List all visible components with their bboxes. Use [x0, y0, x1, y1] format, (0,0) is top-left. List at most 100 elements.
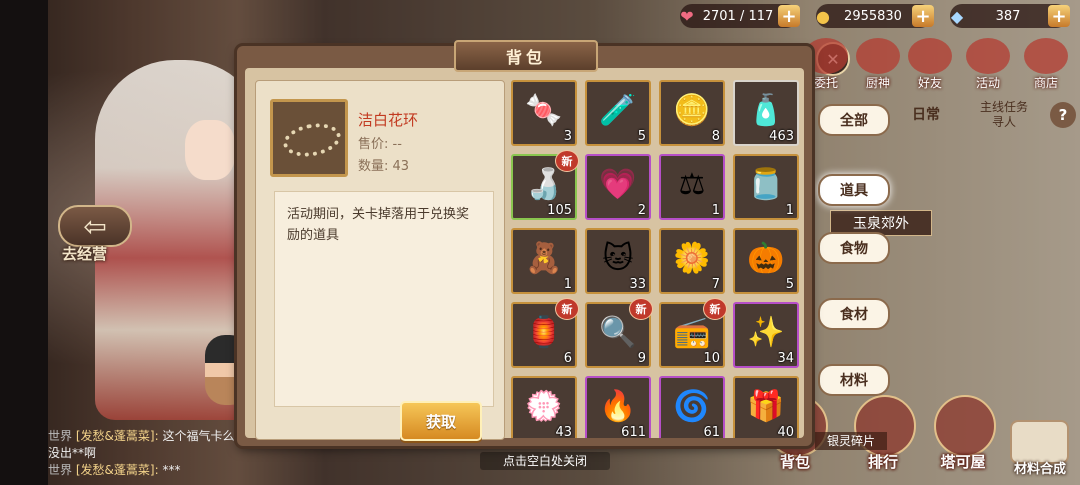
help-button[interactable]: ?: [1050, 102, 1076, 128]
item-count: 1: [563, 277, 572, 292]
item-count: 8: [711, 129, 720, 144]
add-stamina-button[interactable]: +: [778, 5, 800, 27]
inventory-item[interactable]: 🧴 463: [733, 80, 799, 146]
add-gold-button[interactable]: +: [912, 5, 934, 27]
main-quest[interactable]: 主线任务 寻人: [968, 100, 1040, 132]
nav-friends[interactable]: 好友: [904, 38, 956, 92]
heart-icon: ❤: [680, 6, 694, 26]
inventory-item[interactable]: 🧪 5: [585, 80, 651, 146]
item-count: 5: [637, 129, 646, 144]
inventory-item[interactable]: 💗 2: [585, 154, 651, 220]
taco-house-icon: [934, 395, 996, 457]
inventory-item[interactable]: 📻 10 新: [659, 298, 727, 368]
gold-value: 2955830: [844, 8, 902, 24]
item-art-icon: 🌼: [673, 240, 711, 276]
inventory-item[interactable]: 🐱 33: [585, 228, 651, 294]
item-description: 活动期间，关卡掉落用于兑换奖励的道具: [274, 191, 494, 407]
add-crystal-button[interactable]: +: [1048, 5, 1070, 27]
filter-food[interactable]: 食物: [818, 232, 890, 264]
nav-shop[interactable]: 商店: [1020, 38, 1072, 92]
get-item-button[interactable]: 获取: [400, 401, 482, 441]
silver-fragment-label[interactable]: 银灵碎片: [815, 432, 887, 450]
new-badge: 新: [555, 298, 579, 320]
material-synthesis-label: 材料合成: [1013, 462, 1066, 477]
item-art-icon: ✨: [747, 314, 785, 350]
inventory-item[interactable]: ⚖ 1: [659, 154, 725, 220]
new-badge: 新: [555, 150, 579, 172]
inventory-item[interactable]: 🍬 3: [511, 80, 577, 146]
item-count: 2: [637, 203, 646, 218]
nav-bag-label: 背包: [779, 453, 810, 471]
filter-all[interactable]: 全部: [818, 104, 890, 136]
item-art-icon: 🧴: [747, 92, 785, 128]
main-quest-title: 主线任务: [979, 100, 1028, 114]
inventory-item[interactable]: 🍶 105 新: [511, 150, 579, 220]
item-art-icon: 🐱: [602, 240, 634, 276]
nav-chef-label: 厨神: [865, 76, 890, 90]
filter-ingredients[interactable]: 食材: [818, 298, 890, 330]
item-art-icon: 🌀: [673, 388, 711, 424]
item-count: 33: [629, 277, 646, 292]
nav-chef[interactable]: 厨神: [852, 38, 904, 92]
item-art-icon: 💗: [599, 166, 637, 202]
panel-title: 背包: [454, 40, 598, 72]
inventory-item[interactable]: 🌼 7: [659, 228, 725, 294]
item-art-icon: 🪙: [673, 92, 711, 128]
back-to-business-button[interactable]: ⇦ 去经营: [58, 205, 138, 263]
inventory-item[interactable]: 🎁 40: [733, 376, 799, 438]
nav-events[interactable]: 活动: [962, 38, 1014, 92]
item-count: 5: [785, 277, 794, 292]
nav-taco-house[interactable]: 塔可屋: [928, 395, 998, 475]
inventory-item[interactable]: 🧸 1: [511, 228, 577, 294]
item-art-icon: 🔥: [599, 388, 637, 424]
left-edge-bar: [0, 0, 48, 485]
item-count: 10: [703, 351, 720, 366]
item-detail: 洁白花环 售价: -- 数量: 43 活动期间，关卡掉落用于兑换奖励的道具 获取: [255, 80, 505, 441]
item-name: 洁白花环: [358, 111, 419, 129]
item-art-icon: 🫙: [747, 166, 785, 202]
item-art-icon: 🧪: [599, 92, 637, 128]
nav-friends-label: 好友: [917, 76, 942, 90]
inventory-item[interactable]: 🫙 1: [733, 154, 799, 220]
item-art-icon: 🧸: [525, 240, 563, 276]
item-art-icon: 💮: [525, 388, 563, 424]
item-price: 售价: --: [358, 137, 402, 152]
item-count: 7: [711, 277, 720, 292]
material-synthesis-button[interactable]: 材料合成: [1000, 420, 1080, 480]
inventory-item[interactable]: 🎃 5: [733, 228, 799, 294]
inventory-item[interactable]: 🔍 9 新: [585, 298, 653, 368]
chat-text: ***: [162, 463, 181, 477]
backpack-panel-body: 洁白花环 售价: -- 数量: 43 活动期间，关卡掉落用于兑换奖励的道具 获取…: [245, 68, 807, 441]
filter-props[interactable]: 道具: [818, 174, 890, 206]
resource-gold: ● 2955830 +: [816, 4, 934, 28]
inventory-item[interactable]: ✨ 34: [733, 302, 799, 368]
item-count: 6: [563, 351, 572, 366]
crystal-value: 387: [995, 8, 1021, 24]
item-quantity: 数量: 43: [358, 159, 410, 174]
item-count: 611: [621, 425, 646, 438]
nav-events-label: 活动: [975, 76, 1000, 90]
item-count: 61: [703, 425, 720, 438]
item-art-icon: 🍬: [525, 92, 563, 128]
inventory-item[interactable]: 🌀 61: [659, 376, 725, 438]
nav-shop-label: 商店: [1033, 76, 1058, 90]
item-count: 43: [555, 425, 572, 438]
daily-tab[interactable]: 日常: [912, 104, 940, 124]
events-icon: [966, 38, 1010, 74]
new-badge: 新: [629, 298, 653, 320]
close-hint: 点击空白处关闭: [480, 452, 610, 470]
left-arrow-icon: ⇦: [58, 205, 132, 247]
item-art-icon: 🎁: [747, 388, 785, 424]
item-count: 105: [547, 203, 572, 218]
gold-coin-icon: ●: [816, 6, 830, 26]
nav-ranking-label: 排行: [867, 453, 898, 471]
inventory-item[interactable]: 🔥 611: [585, 376, 651, 438]
item-count: 34: [777, 351, 794, 366]
filter-materials[interactable]: 材料: [818, 364, 890, 396]
inventory-item[interactable]: 🪙 8: [659, 80, 725, 146]
stamina-value: 2701 / 117: [702, 8, 774, 24]
inventory-item[interactable]: 💮 43: [511, 376, 577, 438]
inventory-grid[interactable]: 🍬 3 🧪 5 🪙 8 🧴 463 🍶 105 新 💗 2 ⚖ 1 🫙 1 🧸 1 🐱 33 🌼 7 🎃 5 🏮 6 新 🔍 9 新 📻 10 新…: [511, 80, 807, 438]
inventory-item[interactable]: 🏮 6 新: [511, 298, 579, 368]
chat-sender: [发愁&蓬蒿菜]:: [75, 463, 159, 477]
